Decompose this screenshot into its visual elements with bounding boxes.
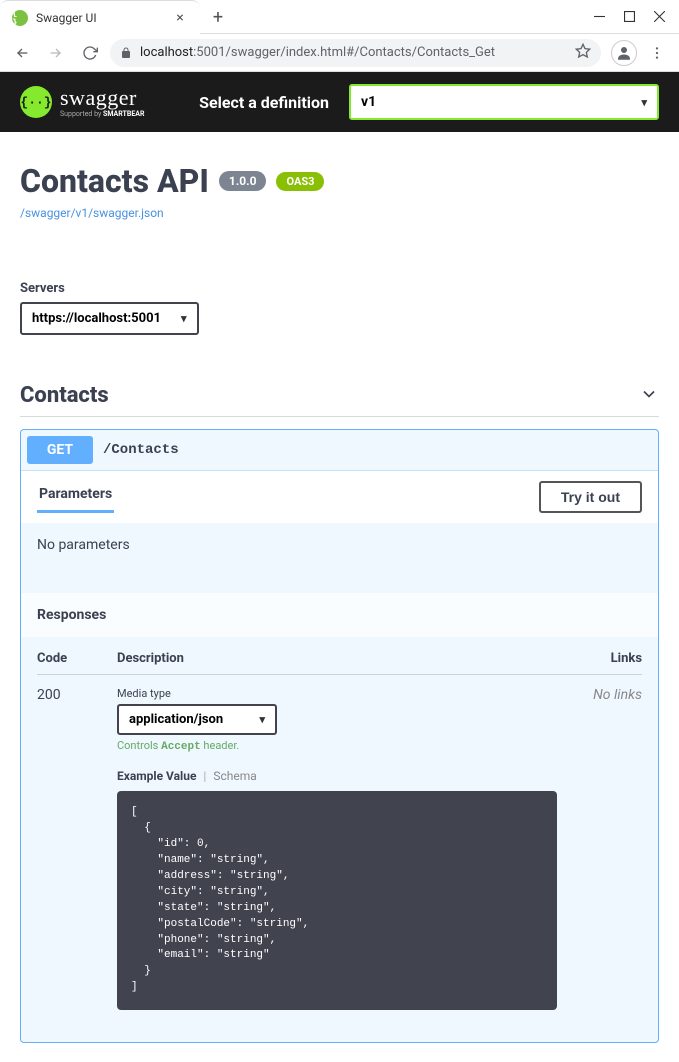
api-title: Contacts API 1.0.0 OAS3 bbox=[20, 162, 659, 200]
tag-name: Contacts bbox=[20, 383, 109, 408]
model-tabs: Example Value | Schema bbox=[117, 769, 572, 783]
browser-toolbar: localhost:5001/swagger/index.html#/Conta… bbox=[0, 34, 679, 72]
controls-accept-text: Controls Accept header. bbox=[117, 739, 572, 753]
tab-title: Swagger UI bbox=[36, 11, 164, 25]
spec-link[interactable]: /swagger/v1/swagger.json bbox=[20, 206, 164, 220]
chevron-down-icon: ▾ bbox=[181, 312, 187, 325]
parameters-body: No parameters bbox=[21, 523, 658, 593]
servers-label: Servers bbox=[20, 281, 659, 296]
minimize-icon[interactable] bbox=[593, 10, 605, 22]
tab-schema[interactable]: Schema bbox=[213, 769, 256, 783]
servers-section: Servers https://localhost:5001 ▾ bbox=[20, 241, 659, 355]
address-bar[interactable]: localhost:5001/swagger/index.html#/Conta… bbox=[110, 39, 601, 67]
media-type-select[interactable]: application/json ▾ bbox=[117, 704, 277, 735]
chevron-down-icon bbox=[639, 384, 659, 408]
method-badge: GET bbox=[27, 436, 93, 464]
swagger-logo-icon: {··} bbox=[20, 86, 52, 118]
definition-select[interactable]: v1 ▾ bbox=[349, 84, 659, 120]
operation-summary[interactable]: GET /Contacts bbox=[21, 430, 658, 470]
reload-button[interactable] bbox=[76, 39, 104, 67]
swagger-logo: {··} swagger Supported by SMARTBEAR bbox=[20, 86, 144, 118]
profile-button[interactable] bbox=[611, 40, 637, 66]
no-links-text: No links bbox=[572, 687, 642, 1010]
responses-table: Code Description Links 200 Media type ap… bbox=[21, 637, 658, 1042]
swagger-favicon-icon: { } bbox=[12, 10, 28, 26]
col-code-header: Code bbox=[37, 651, 117, 666]
tag-section: Contacts GET /Contacts Parameters Try it… bbox=[20, 355, 659, 1062]
window-controls bbox=[579, 0, 679, 32]
lock-icon bbox=[120, 47, 132, 59]
definition-label: Select a definition bbox=[199, 93, 329, 112]
version-badge: 1.0.0 bbox=[219, 171, 267, 191]
tag-header[interactable]: Contacts bbox=[20, 375, 659, 417]
maximize-icon[interactable] bbox=[623, 10, 635, 22]
try-it-out-button[interactable]: Try it out bbox=[539, 481, 642, 513]
chevron-down-icon: ▾ bbox=[641, 96, 647, 109]
close-window-icon[interactable] bbox=[653, 10, 665, 22]
close-tab-icon[interactable]: × bbox=[172, 10, 188, 26]
browser-tab[interactable]: { } Swagger UI × bbox=[0, 0, 200, 34]
responses-header: Responses bbox=[21, 593, 658, 637]
api-info: Contacts API 1.0.0 OAS3 /swagger/v1/swag… bbox=[20, 132, 659, 241]
operation-path: /Contacts bbox=[103, 442, 179, 458]
swagger-logo-subtext: Supported by SMARTBEAR bbox=[60, 111, 144, 118]
oas-badge: OAS3 bbox=[276, 172, 324, 191]
server-value: https://localhost:5001 bbox=[32, 311, 161, 326]
new-tab-button[interactable]: + bbox=[204, 3, 232, 31]
example-json: [ { "id": 0, "name": "string", "address"… bbox=[117, 791, 557, 1010]
swagger-logo-text: swagger bbox=[60, 87, 144, 109]
response-row: 200 Media type application/json ▾ Contro… bbox=[37, 675, 642, 1022]
media-type-value: application/json bbox=[129, 712, 223, 727]
kebab-menu-icon[interactable] bbox=[643, 39, 671, 67]
tab-example-value[interactable]: Example Value bbox=[117, 769, 196, 783]
response-description: Media type application/json ▾ Controls A… bbox=[117, 687, 572, 1010]
response-code: 200 bbox=[37, 687, 117, 1010]
definition-value: v1 bbox=[361, 94, 376, 110]
forward-button[interactable] bbox=[42, 39, 70, 67]
server-select[interactable]: https://localhost:5001 ▾ bbox=[20, 302, 199, 335]
tab-parameters[interactable]: Parameters bbox=[37, 482, 114, 513]
parameters-header: Parameters Try it out bbox=[21, 471, 658, 523]
col-desc-header: Description bbox=[117, 651, 572, 666]
back-button[interactable] bbox=[8, 39, 36, 67]
operation-block-get: GET /Contacts Parameters Try it out No p… bbox=[20, 429, 659, 1043]
url-text: localhost:5001/swagger/index.html#/Conta… bbox=[140, 45, 495, 60]
chevron-down-icon: ▾ bbox=[259, 713, 265, 726]
media-type-label: Media type bbox=[117, 687, 572, 700]
bookmark-star-icon[interactable] bbox=[575, 43, 591, 63]
col-links-header: Links bbox=[572, 651, 642, 666]
swagger-topbar: {··} swagger Supported by SMARTBEAR Sele… bbox=[0, 72, 679, 132]
window-tab-strip: { } Swagger UI × + bbox=[0, 0, 679, 34]
